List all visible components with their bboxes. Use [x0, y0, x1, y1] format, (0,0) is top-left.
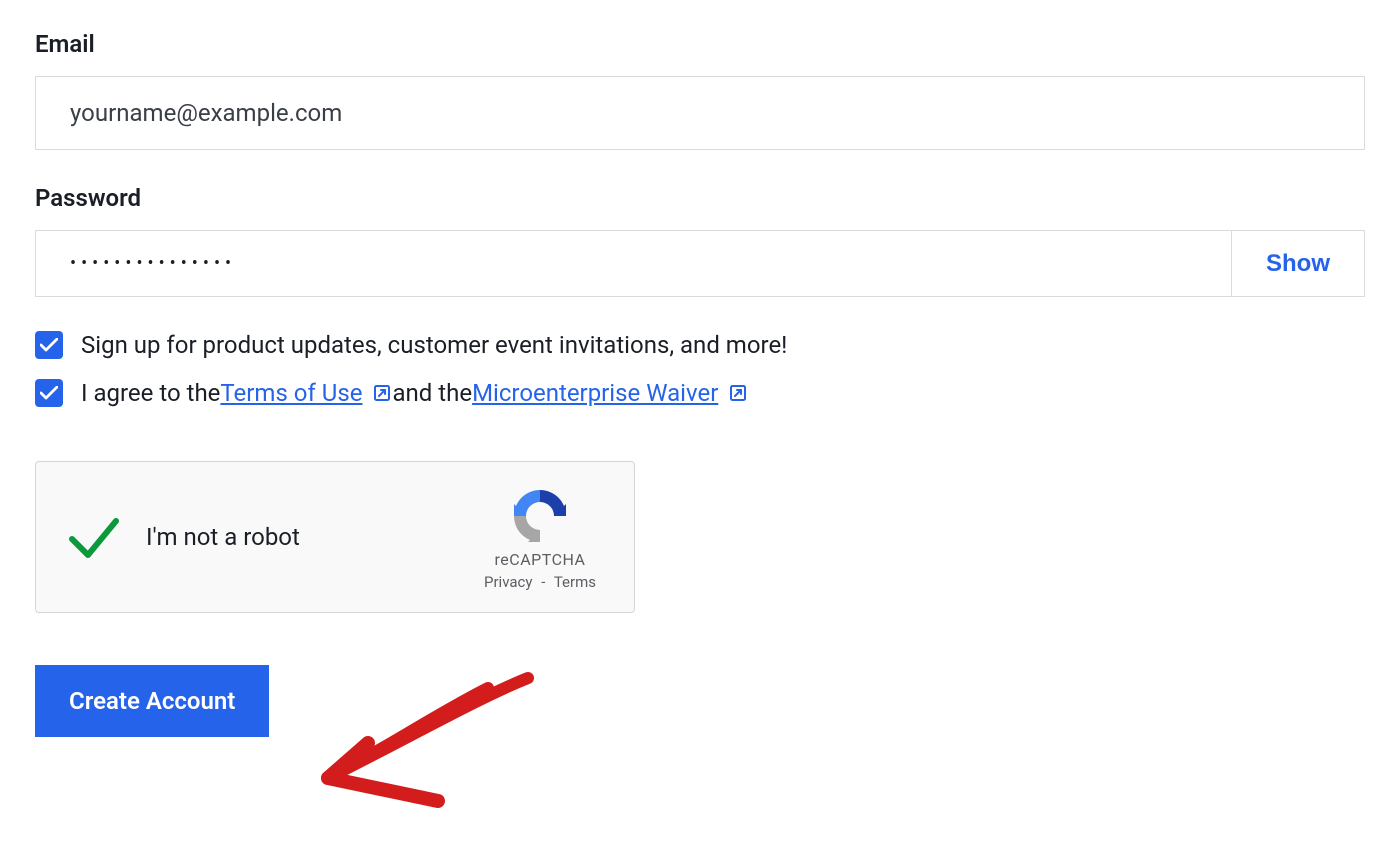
- terms-prefix: I agree to the: [81, 379, 220, 407]
- waiver-link-text: Microenterprise Waiver: [472, 379, 718, 407]
- email-form-group: Email: [35, 30, 1365, 150]
- check-icon: [40, 386, 58, 400]
- recaptcha-label: I'm not a robot: [146, 523, 300, 551]
- terms-checkbox-label: I agree to the Terms of Use and the Micr…: [81, 379, 748, 407]
- annotation-arrow-icon: [298, 668, 578, 828]
- updates-checkbox[interactable]: [35, 331, 63, 359]
- password-field[interactable]: [70, 253, 1197, 274]
- password-input-wrap: [35, 230, 1232, 297]
- create-account-button[interactable]: Create Account: [35, 665, 269, 737]
- verified-checkmark-icon: [66, 513, 122, 561]
- recaptcha-brand-text: reCAPTCHA: [495, 550, 586, 569]
- recaptcha-widget: I'm not a robot reCAPTCHA Privacy - Term…: [35, 461, 635, 613]
- recaptcha-left: I'm not a robot: [66, 462, 458, 612]
- updates-checkbox-row: Sign up for product updates, customer ev…: [35, 331, 1365, 359]
- recaptcha-separator: -: [541, 573, 545, 591]
- recaptcha-logo-icon: [508, 486, 572, 546]
- email-field[interactable]: [35, 76, 1365, 150]
- recaptcha-terms-link[interactable]: Terms: [554, 573, 596, 591]
- recaptcha-privacy-link[interactable]: Privacy: [484, 573, 532, 591]
- recaptcha-links: Privacy - Terms: [484, 573, 596, 591]
- external-link-icon: [728, 383, 748, 403]
- recaptcha-branding: reCAPTCHA Privacy - Terms: [470, 462, 610, 612]
- updates-checkbox-label: Sign up for product updates, customer ev…: [81, 331, 787, 359]
- recaptcha-verified-check[interactable]: [66, 513, 122, 561]
- external-link-icon: [372, 383, 392, 403]
- password-label: Password: [35, 184, 1365, 212]
- microenterprise-waiver-link[interactable]: Microenterprise Waiver: [472, 379, 748, 407]
- terms-checkbox-row: I agree to the Terms of Use and the Micr…: [35, 379, 1365, 407]
- password-row: Show: [35, 230, 1365, 297]
- email-label: Email: [35, 30, 1365, 58]
- check-icon: [40, 338, 58, 352]
- password-form-group: Password Show: [35, 184, 1365, 297]
- show-password-button[interactable]: Show: [1232, 230, 1365, 297]
- terms-middle: and the: [392, 379, 472, 407]
- terms-link-text: Terms of Use: [220, 379, 362, 407]
- terms-of-use-link[interactable]: Terms of Use: [220, 379, 392, 407]
- terms-checkbox[interactable]: [35, 379, 63, 407]
